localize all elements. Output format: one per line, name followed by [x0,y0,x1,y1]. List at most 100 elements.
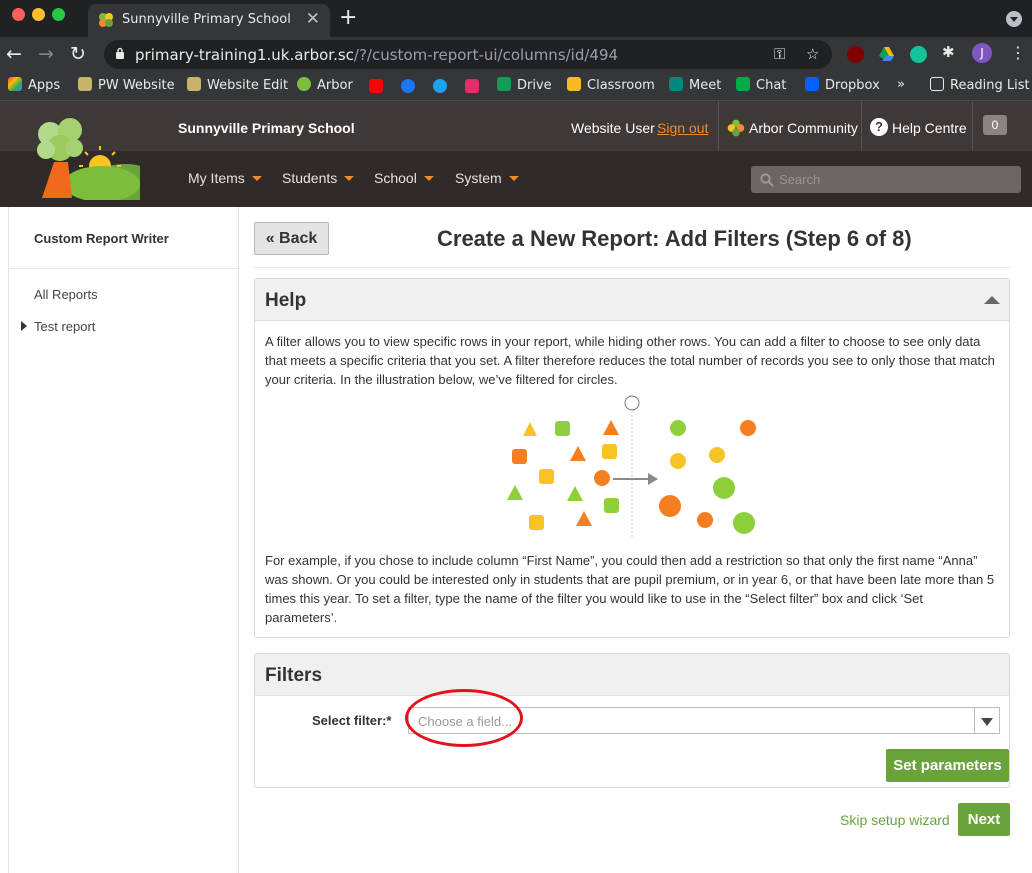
bookmark-website-edit[interactable]: Website Edit [187,77,288,93]
divider [718,101,719,151]
arbor-community-link[interactable]: Arbor Community [749,120,858,136]
apps-grid-icon [8,77,22,91]
bookmarks-bar: Apps PW Website Website Edit Arbor Drive… [0,71,1032,101]
next-button[interactable]: Next [958,803,1010,836]
star-icon[interactable]: ☆ [806,45,819,63]
meet-icon [669,77,683,91]
leaf-icon [187,77,201,91]
bookmarks-overflow-icon[interactable]: » [897,77,905,92]
school-name: Sunnyville Primary School [178,120,355,136]
arbor-nav-bar: My Items Students School System [0,151,1032,207]
tab-title: Sunnyville Primary School [122,12,291,27]
bookmark-classroom[interactable]: Classroom [567,77,655,93]
sidebar: Custom Report Writer All Reports Test re… [8,207,239,873]
lock-icon [116,47,124,59]
skip-setup-wizard-link[interactable]: Skip setup wizard [840,812,950,828]
divider [254,267,1010,268]
menu-school[interactable]: School [374,170,434,186]
filter-illustration [507,395,756,539]
help-panel-header[interactable]: Help [255,279,1009,321]
school-logo [37,118,140,200]
menu-my-items[interactable]: My Items [188,170,262,186]
browser-tab-bar: Sunnyville Primary School ✕ + [0,0,1032,37]
divider [9,268,239,269]
bookmark-meet[interactable]: Meet [669,77,721,93]
new-tab-icon[interactable]: + [339,5,357,30]
arbor-favicon-icon [99,13,113,27]
bookmark-pw-website[interactable]: PW Website [78,77,175,93]
back-arrow-icon[interactable]: ← [6,43,22,65]
twitter-icon[interactable] [433,79,447,93]
browser-toolbar: ← → ↻ primary-training1.uk.arbor.sc/?/cu… [0,37,1032,71]
arbor-community-icon[interactable] [727,119,745,137]
facebook-icon[interactable] [401,79,415,93]
help-icon[interactable]: ? [870,118,888,136]
youtube-icon[interactable] [369,79,383,93]
select-filter-label: Select filter:* [312,713,392,728]
grammarly-extension-icon[interactable] [910,46,927,63]
browser-menu-icon[interactable]: ⋮ [1010,43,1026,62]
extensions-puzzle-icon[interactable]: ✱ [942,43,955,61]
url-text: primary-training1.uk.arbor.sc/?/custom-r… [135,46,619,64]
bookmark-dropbox[interactable]: Dropbox [805,77,880,93]
user-name: Website User [571,120,655,136]
search-input[interactable] [779,170,1009,189]
help-panel: Help A filter allows you to view specifi… [254,278,1010,638]
tab-search-icon[interactable] [1006,11,1022,27]
dropbox-icon [805,77,819,91]
search-icon [760,173,774,187]
close-window-button[interactable] [12,8,25,21]
search-box [751,166,1021,193]
menu-system[interactable]: System [455,170,519,186]
reload-icon[interactable]: ↻ [70,43,86,65]
back-button[interactable]: « Back [254,222,329,255]
bookmark-arbor[interactable]: Arbor [297,77,353,93]
caret-down-icon [344,176,355,181]
sign-out-link[interactable]: Sign out [657,120,708,136]
key-icon[interactable]: ⚿ [774,45,785,63]
address-bar[interactable]: primary-training1.uk.arbor.sc/?/custom-r… [104,40,832,69]
sidebar-item-all-reports[interactable]: All Reports [34,287,98,302]
drive-icon [497,77,511,91]
forward-arrow-icon[interactable]: → [38,43,54,65]
drive-extension-icon[interactable] [878,46,895,62]
reading-list-button[interactable]: Reading List [930,77,1030,93]
tab-close-icon[interactable]: ✕ [306,9,320,29]
divider [861,101,862,151]
instagram-icon[interactable] [465,79,479,93]
set-parameters-button[interactable]: Set parameters [886,749,1009,782]
dropdown-arrow-icon[interactable] [974,708,999,733]
help-heading: Help [265,290,307,311]
leaf-icon [78,77,92,91]
bookmark-chat[interactable]: Chat [736,77,786,93]
collapse-arrow-icon[interactable] [984,296,1000,304]
chat-icon [736,77,750,91]
help-centre-link[interactable]: Help Centre [892,120,967,136]
profile-avatar[interactable]: J [972,43,992,63]
sidebar-title: Custom Report Writer [34,231,169,246]
bookmark-drive[interactable]: Drive [497,77,552,93]
filters-panel-header: Filters [255,654,1009,696]
minimize-window-button[interactable] [32,8,45,21]
expand-arrow-icon[interactable] [21,321,27,331]
sidebar-item-test-report[interactable]: Test report [34,319,95,334]
menu-students[interactable]: Students [282,170,355,186]
caret-down-icon [251,176,262,181]
arbor-top-bar: Sunnyville Primary School Website User S… [0,101,1032,151]
filters-heading: Filters [265,665,323,686]
maximize-window-button[interactable] [52,8,65,21]
notifications-badge[interactable]: 0 [983,115,1007,135]
divider [972,101,973,151]
filters-panel: Filters Select filter:* Choose a field..… [254,653,1010,788]
help-paragraph-1: A filter allows you to view specific row… [265,334,995,387]
classroom-icon [567,77,581,91]
highlight-annotation [405,689,523,747]
browser-tab[interactable]: Sunnyville Primary School ✕ [88,4,330,37]
caret-down-icon [508,176,519,181]
arbor-icon [297,77,311,91]
page-title: Create a New Report: Add Filters (Step 6… [437,226,912,251]
caret-down-icon [423,176,434,181]
bookmark-apps[interactable]: Apps [8,77,60,93]
reading-list-icon [930,77,944,91]
ublock-extension-icon[interactable] [847,46,864,63]
